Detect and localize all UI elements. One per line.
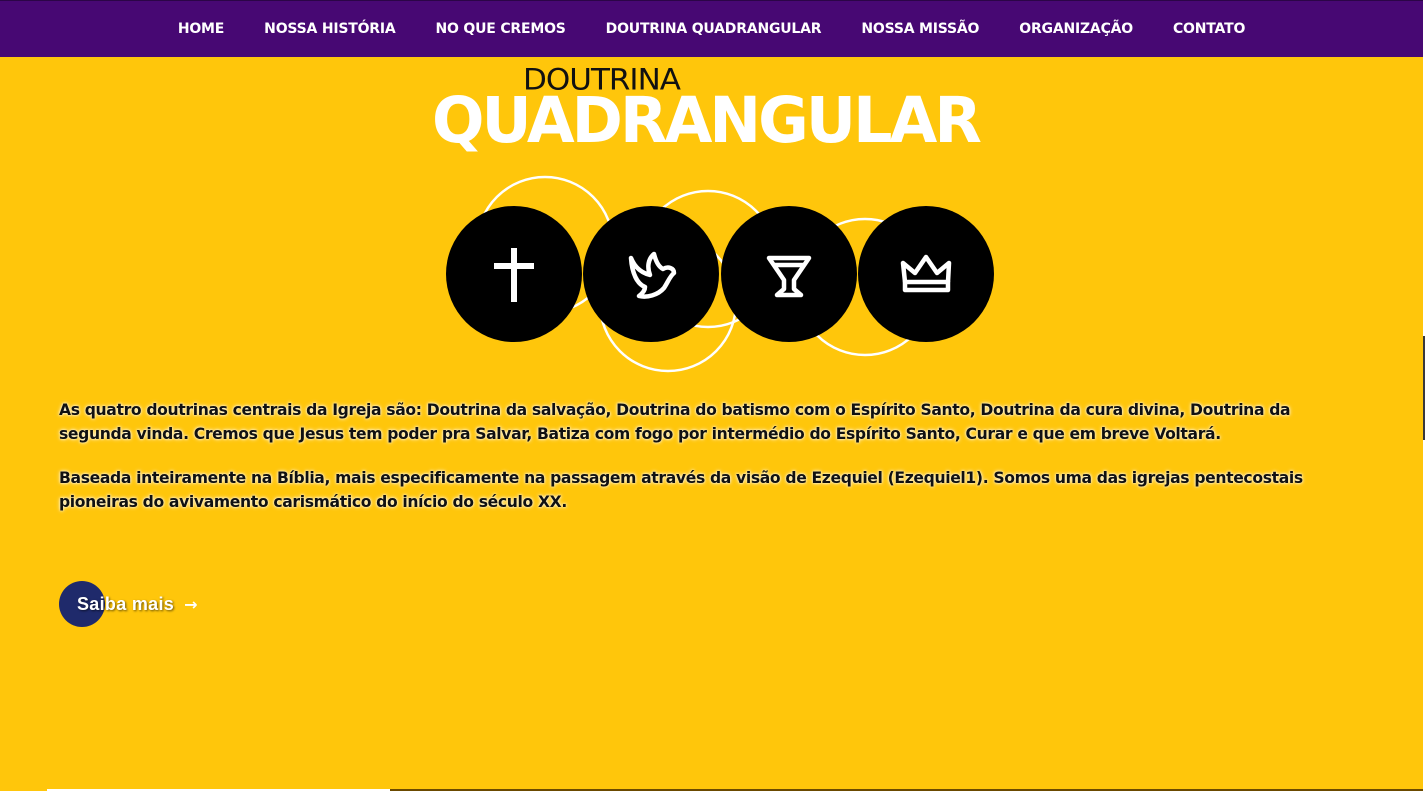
nav-contato[interactable]: CONTATO [1173, 21, 1245, 37]
quadrangular-emblem [446, 175, 994, 373]
top-navigation: HOME NOSSA HISTÓRIA NO QUE CREMOS DOUTRI… [0, 0, 1423, 57]
emblem-circle-holy-spirit [583, 206, 719, 342]
cta-label: Saiba mais [77, 593, 175, 614]
emblem-circle-salvation [446, 206, 582, 342]
arrow-right-icon: → [184, 594, 198, 614]
doctrine-description: As quatro doutrinas centrais da Igreja s… [59, 398, 1349, 534]
nav-nossa-historia[interactable]: NOSSA HISTÓRIA [264, 21, 396, 37]
doctrine-paragraph-1: As quatro doutrinas centrais da Igreja s… [59, 401, 1291, 443]
saiba-mais-button[interactable]: Saiba mais → [59, 581, 197, 627]
nav-nossa-missao[interactable]: NOSSA MISSÃO [861, 21, 979, 37]
nav-no-que-cremos[interactable]: NO QUE CREMOS [436, 21, 566, 37]
logo-quadrangular-text: QUADRANGULAR [432, 84, 982, 157]
emblem-circle-healing [721, 206, 857, 342]
doctrine-paragraph-2: Baseada inteiramente na Bíblia, mais esp… [59, 469, 1303, 511]
nav-doutrina-quadrangular[interactable]: DOUTRINA QUADRANGULAR [606, 21, 822, 37]
nav-home[interactable]: HOME [178, 21, 225, 37]
emblem-circle-second-coming [858, 206, 994, 342]
nav-organizacao[interactable]: ORGANIZAÇÃO [1019, 21, 1133, 37]
